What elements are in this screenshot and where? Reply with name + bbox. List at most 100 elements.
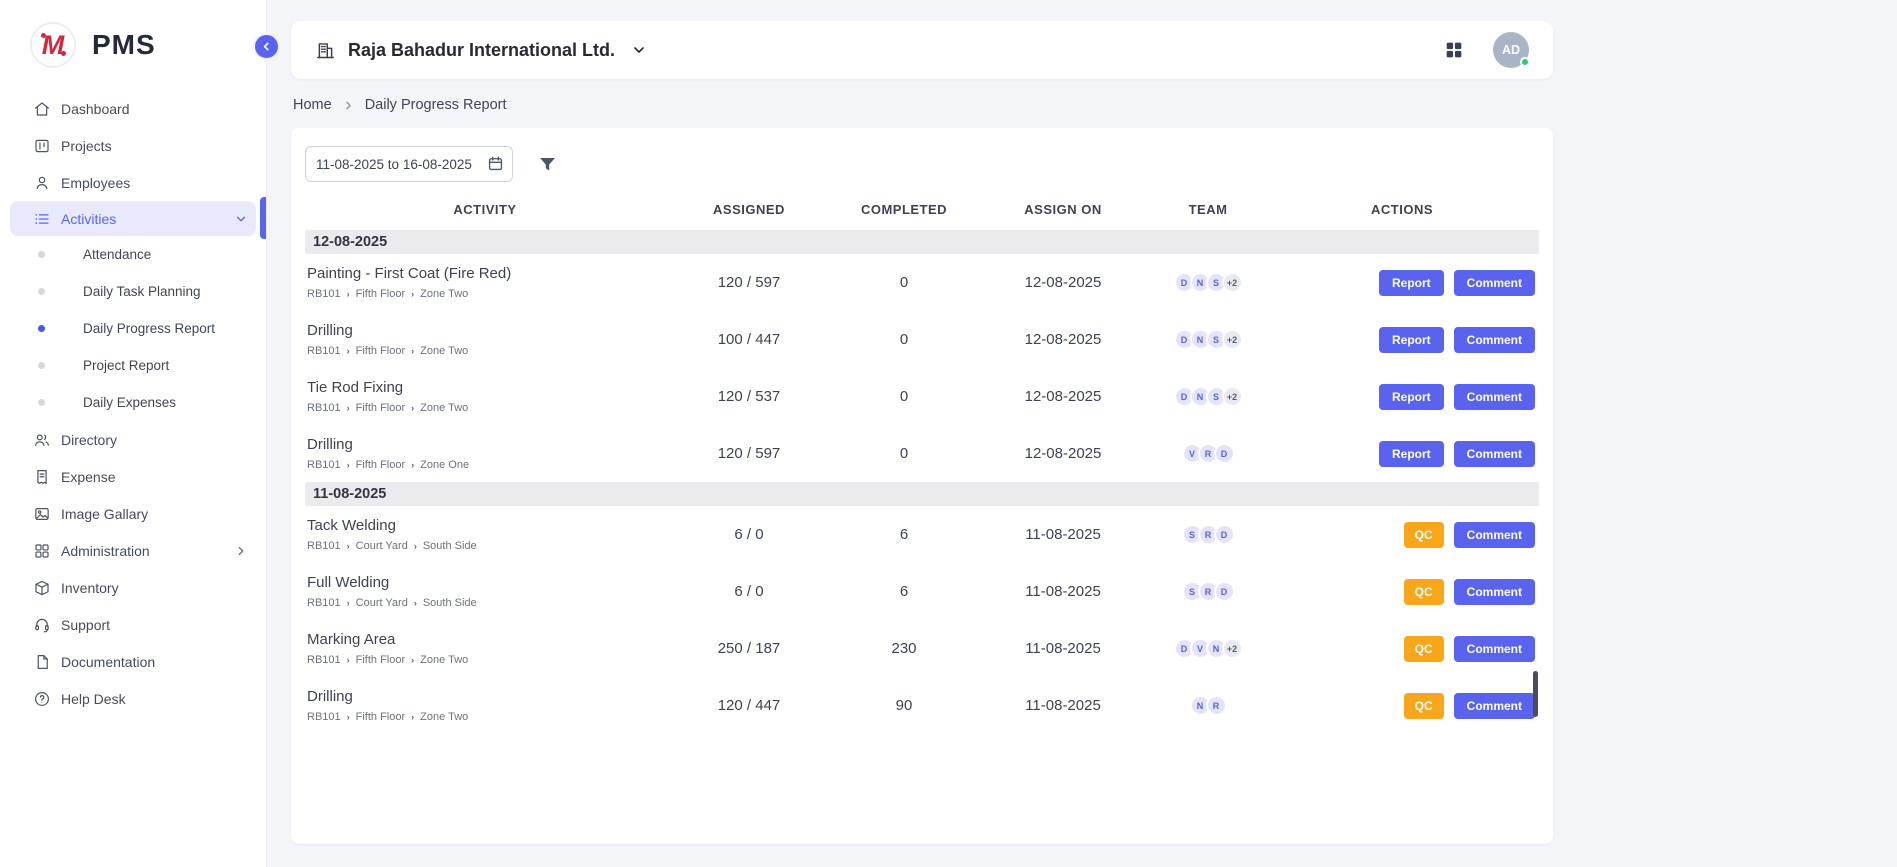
date-group-header: 12-08-2025 <box>305 230 1539 254</box>
report-button[interactable]: Report <box>1379 384 1444 410</box>
team-avatar[interactable]: D <box>1214 581 1235 602</box>
sidebar-subitem-daily-task-planning[interactable]: Daily Task Planning <box>0 273 266 310</box>
date-range-picker[interactable] <box>305 146 513 182</box>
gallery-icon <box>33 505 51 523</box>
date-group-header: 11-08-2025 <box>305 482 1539 506</box>
sidebar-subitem-project-report[interactable]: Project Report <box>0 347 266 384</box>
sidebar-subitem-daily-expenses[interactable]: Daily Expenses <box>0 384 266 421</box>
qc-button[interactable]: QC <box>1404 579 1444 605</box>
breadcrumb-home[interactable]: Home <box>293 97 332 113</box>
team-avatar[interactable]: D <box>1214 443 1235 464</box>
date-range-input[interactable] <box>305 146 513 182</box>
row-actions: Report Comment <box>1265 441 1539 467</box>
qc-button[interactable]: QC <box>1404 522 1444 548</box>
team-avatar[interactable]: +2 <box>1222 329 1243 350</box>
comment-button[interactable]: Comment <box>1454 327 1535 353</box>
sidebar-subitem-daily-progress-report[interactable]: Daily Progress Report <box>0 310 266 347</box>
sidebar-item-support[interactable]: Support <box>0 606 266 643</box>
completed-value: 6 <box>833 526 975 543</box>
row-actions: QC Comment <box>1265 579 1539 605</box>
docs-icon <box>33 653 51 671</box>
comment-button[interactable]: Comment <box>1454 384 1535 410</box>
comment-button[interactable]: Comment <box>1454 693 1535 719</box>
table-row: Full WeldingRB101›Court Yard›South Side6… <box>305 563 1539 620</box>
sidebar-item-administration[interactable]: Administration <box>0 532 266 569</box>
top-header: Raja Bahadur International Ltd. AD <box>291 21 1553 79</box>
team-avatars: DNS+2 <box>1151 386 1265 407</box>
sidebar-item-dashboard[interactable]: Dashboard <box>0 90 266 127</box>
comment-button[interactable]: Comment <box>1454 441 1535 467</box>
projects-icon <box>33 137 51 155</box>
completed-value: 0 <box>833 274 975 291</box>
row-actions: QC Comment <box>1265 636 1539 662</box>
sidebar-item-projects[interactable]: Projects <box>0 127 266 164</box>
bullet-icon <box>38 325 45 332</box>
grid-icon <box>1443 39 1465 61</box>
company-selector[interactable]: Raja Bahadur International Ltd. <box>315 40 647 61</box>
company-name: Raja Bahadur International Ltd. <box>348 40 615 61</box>
user-avatar[interactable]: AD <box>1493 32 1529 68</box>
sidebar-item-employees[interactable]: Employees <box>0 164 266 201</box>
chevron-right-icon: › <box>414 541 417 551</box>
assigned-value: 6 / 0 <box>665 583 833 600</box>
support-icon <box>33 616 51 634</box>
report-button[interactable]: Report <box>1379 270 1444 296</box>
activity-title: Marking Area <box>307 631 665 648</box>
filter-button[interactable] <box>537 154 558 175</box>
sidebar-subitem-attendance[interactable]: Attendance <box>0 236 266 273</box>
sidebar-subitem-label: Daily Task Planning <box>83 284 201 299</box>
sidebar-subitem-label: Daily Expenses <box>83 395 176 410</box>
sidebar-item-label: Activities <box>61 211 116 227</box>
table-body: 12-08-2025Painting - First Coat (Fire Re… <box>305 230 1539 734</box>
assigned-value: 250 / 187 <box>665 640 833 657</box>
activity-path: RB101›Court Yard›South Side <box>307 597 665 609</box>
sidebar-item-activities[interactable]: Activities <box>10 201 256 236</box>
sidebar-nav: Dashboard Projects Employees Activities Atte… <box>0 86 266 717</box>
sidebar-collapse-button[interactable] <box>253 33 280 60</box>
team-avatars: SRD <box>1151 581 1265 602</box>
comment-button[interactable]: Comment <box>1454 636 1535 662</box>
scrollbar-thumb[interactable] <box>1533 671 1538 717</box>
chevron-right-icon: › <box>411 655 414 665</box>
team-avatar[interactable]: +2 <box>1222 638 1243 659</box>
activities-submenu: Attendance Daily Task Planning Daily Progr… <box>0 236 266 421</box>
bullet-icon <box>38 362 45 369</box>
sidebar: M PMS DashboardProjectsEmployeesActiviti… <box>0 0 267 867</box>
report-button[interactable]: Report <box>1379 327 1444 353</box>
sidebar-item-label: Dashboard <box>61 101 130 117</box>
breadcrumb: Home Daily Progress Report <box>293 97 1897 113</box>
report-button[interactable]: Report <box>1379 441 1444 467</box>
sidebar-item-directory[interactable]: Directory <box>0 421 266 458</box>
completed-value: 0 <box>833 388 975 405</box>
team-avatars: DNS+2 <box>1151 329 1265 350</box>
qc-button[interactable]: QC <box>1404 636 1444 662</box>
chevron-right-icon <box>234 544 248 558</box>
chevron-down-icon <box>234 212 248 226</box>
completed-value: 0 <box>833 445 975 462</box>
building-icon <box>315 40 336 61</box>
completed-value: 90 <box>833 697 975 714</box>
apps-grid-button[interactable] <box>1443 39 1465 61</box>
sidebar-item-expense[interactable]: Expense <box>0 458 266 495</box>
main-content: Raja Bahadur International Ltd. AD Home … <box>267 0 1897 867</box>
comment-button[interactable]: Comment <box>1454 522 1535 548</box>
sidebar-item-image-gallary[interactable]: Image Gallary <box>0 495 266 532</box>
sidebar-item-inventory[interactable]: Inventory <box>0 569 266 606</box>
avatar-initials: AD <box>1502 43 1520 57</box>
completed-value: 6 <box>833 583 975 600</box>
comment-button[interactable]: Comment <box>1454 270 1535 296</box>
sidebar-item-label: Employees <box>61 175 130 191</box>
team-avatar[interactable]: +2 <box>1222 386 1243 407</box>
team-avatar[interactable]: +2 <box>1222 272 1243 293</box>
assign-on-value: 12-08-2025 <box>975 388 1151 405</box>
sidebar-item-documentation[interactable]: Documentation <box>0 643 266 680</box>
team-avatar[interactable]: R <box>1206 695 1227 716</box>
sidebar-item-label: Help Desk <box>61 691 126 707</box>
chevron-right-icon: › <box>347 712 350 722</box>
team-avatar[interactable]: D <box>1214 524 1235 545</box>
qc-button[interactable]: QC <box>1404 693 1444 719</box>
table-row: DrillingRB101›Fifth Floor›Zone Two120 / … <box>305 677 1539 734</box>
comment-button[interactable]: Comment <box>1454 579 1535 605</box>
sidebar-item-help-desk[interactable]: Help Desk <box>0 680 266 717</box>
assign-on-value: 12-08-2025 <box>975 274 1151 291</box>
